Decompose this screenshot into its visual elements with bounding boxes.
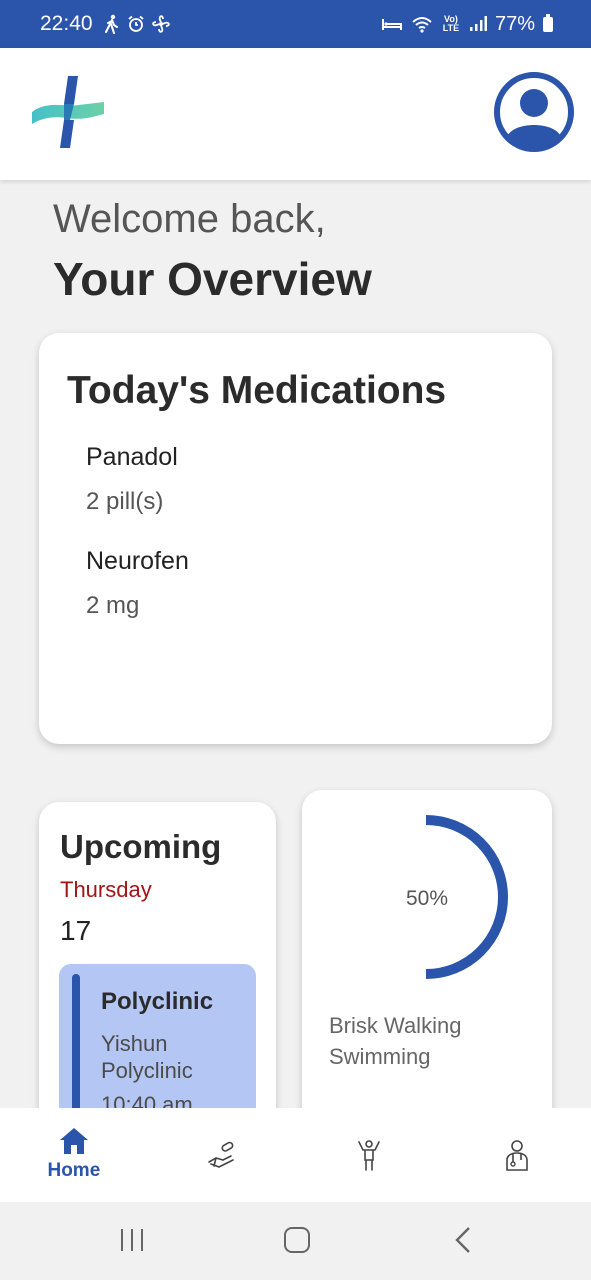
doctor-icon	[506, 1140, 528, 1171]
signal-icon	[469, 16, 487, 31]
wifi-icon	[412, 17, 432, 33]
page-title: Your Overview	[53, 253, 372, 305]
nav-item-doctor[interactable]	[443, 1108, 591, 1202]
system-navigation-bar	[0, 1202, 591, 1280]
medication-name: Neurofen	[86, 547, 189, 575]
app-header	[0, 48, 591, 180]
status-system-icons: Vo) LTE 77%	[381, 13, 553, 36]
nav-label-home: Home	[47, 1160, 101, 1181]
medical-cross-logo[interactable]	[30, 74, 106, 150]
status-notification-icons	[103, 14, 171, 34]
medication-dose: 2 mg	[86, 592, 140, 619]
welcome-text: Welcome back,	[53, 197, 326, 241]
status-time: 22:40	[40, 12, 93, 35]
exercise-person-icon	[358, 1140, 381, 1171]
bed-icon	[381, 19, 402, 30]
upcoming-title: Upcoming	[60, 828, 222, 865]
battery-icon	[543, 13, 553, 32]
medication-hand-icon	[207, 1141, 234, 1168]
bottom-navigation: Home	[0, 1108, 591, 1202]
activity-item: Brisk Walking	[329, 1013, 462, 1038]
upcoming-date: 17	[60, 915, 92, 946]
nav-item-medications[interactable]	[148, 1108, 296, 1202]
medication-item[interactable]: Panadol 2 pill(s)	[86, 443, 178, 516]
home-button-icon[interactable]	[283, 1226, 311, 1254]
medications-card[interactable]: Today's Medications Panadol 2 pill(s) Ne…	[39, 333, 552, 744]
activity-item: Swimming	[329, 1044, 431, 1069]
activity-progress-label: 50%	[405, 887, 449, 910]
medication-dose: 2 pill(s)	[86, 488, 164, 515]
nav-item-home[interactable]: Home	[0, 1108, 148, 1202]
profile-avatar-icon[interactable]	[493, 71, 575, 153]
medication-name: Panadol	[86, 443, 178, 471]
alarm-icon	[127, 15, 144, 32]
appointment-title: Polyclinic	[101, 988, 214, 1015]
status-bar: 22:40 Vo) LTE 77%	[0, 0, 591, 48]
back-icon[interactable]	[452, 1226, 476, 1254]
medications-title: Today's Medications	[67, 369, 447, 412]
medication-item[interactable]: Neurofen 2 mg	[86, 547, 189, 620]
recent-apps-icon[interactable]	[118, 1226, 146, 1254]
activity-list: Brisk Walking Swimming	[329, 1010, 461, 1072]
lte-label: Vo) LTE	[442, 14, 460, 33]
appointment-location: Yishun Polyclinic	[101, 1031, 193, 1083]
walking-icon	[104, 14, 118, 34]
home-icon	[59, 1128, 88, 1154]
nav-item-exercise[interactable]	[296, 1108, 444, 1202]
upcoming-day: Thursday	[60, 877, 152, 902]
battery-level: 77%	[494, 12, 535, 35]
fan-icon	[151, 15, 170, 33]
